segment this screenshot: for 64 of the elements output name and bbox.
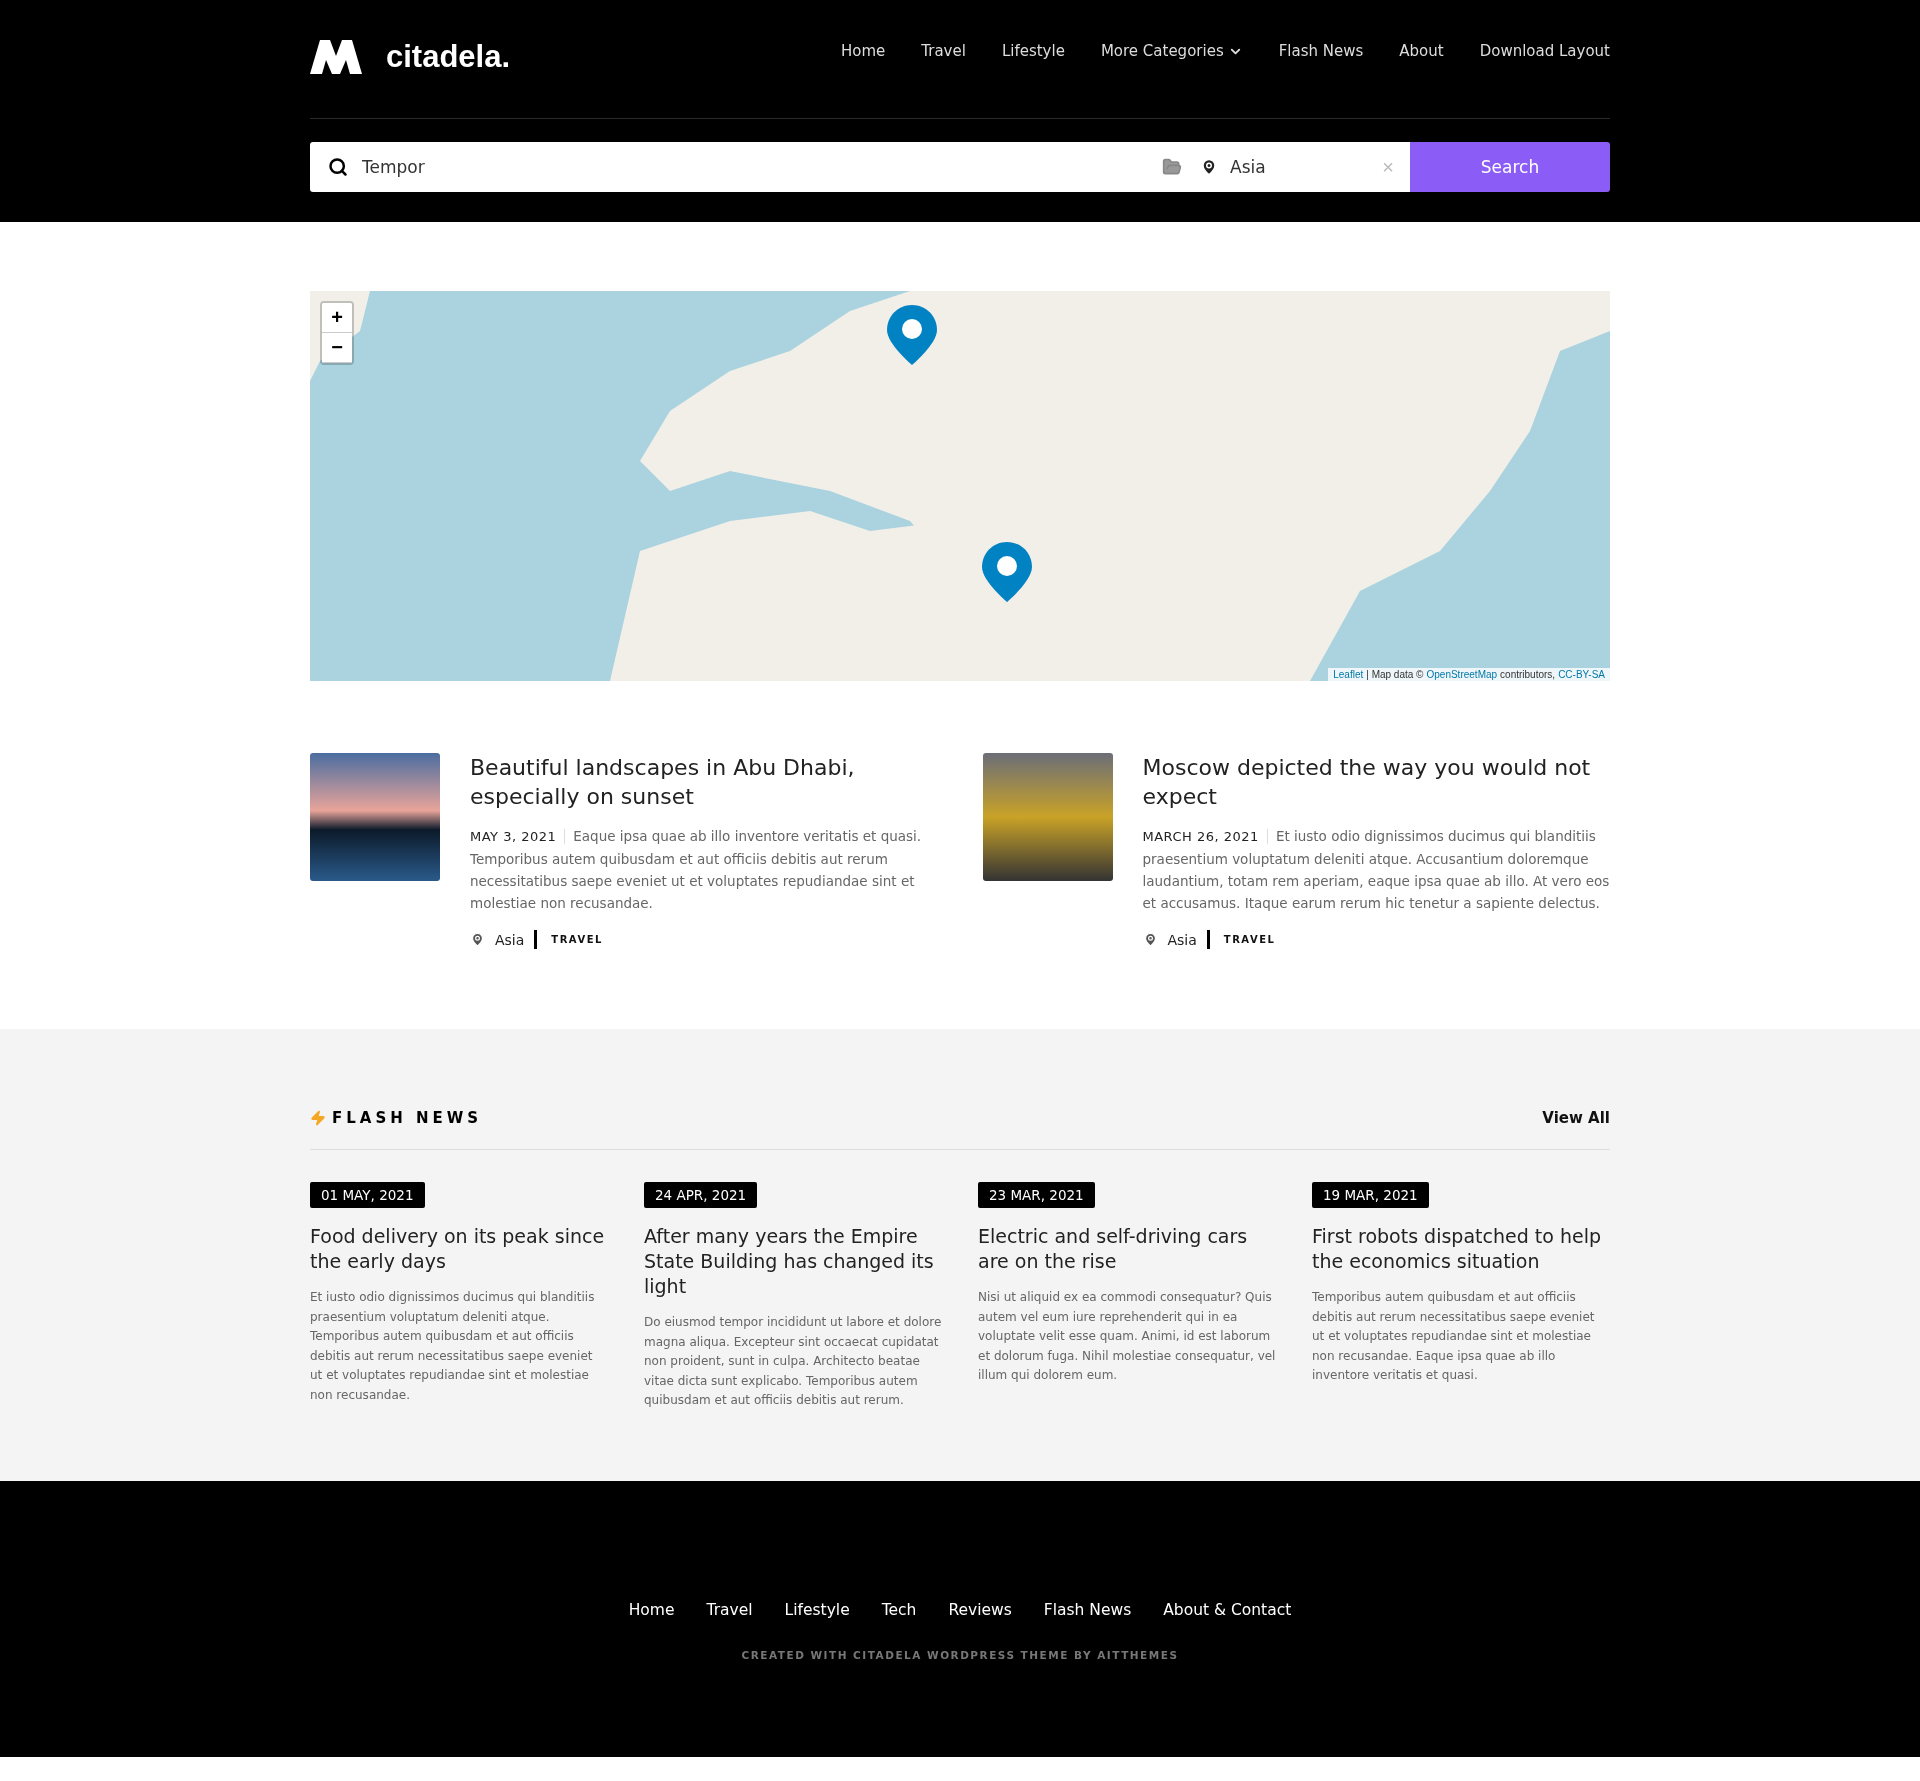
view-all-link[interactable]: View All [1542,1109,1610,1127]
openstreetmap-link[interactable]: OpenStreetMap [1426,669,1498,680]
news-title[interactable]: First robots dispatched to help the economics situation [1312,1224,1610,1274]
nav-link[interactable]: Home [841,42,886,60]
nav-link[interactable]: Download Layout [1479,42,1610,60]
lightning-icon [310,1110,326,1126]
nav-link[interactable]: More Categories [1100,42,1243,60]
map-marker-icon[interactable] [887,305,937,365]
location-link[interactable]: Asia [495,931,525,948]
leaflet-link[interactable]: Leaflet [1333,669,1364,680]
nav-link[interactable]: Travel [921,42,966,60]
footer-link[interactable]: Home [628,1600,675,1619]
article-title[interactable]: Beautiful landscapes in Abu Dhabi, especially on sunset [470,753,938,811]
footer-link[interactable]: Lifestyle [784,1600,850,1619]
date-badge: 01 MAY, 2021 [310,1182,425,1208]
news-excerpt: Et iusto odio dignissimos ducimus qui blanditiis praesentium voluptatum deleniti atque. Temporibus autem quibusdam et aut officiis debitis aut rerum necessitatibus saepe eveniet ut et voluptates repudiandae sint et molestiae non recusandae. [310,1289,596,1404]
date-badge: 23 MAR, 2021 [978,1182,1095,1208]
footer-link[interactable]: Travel [706,1600,753,1619]
keyword-input[interactable]: Tempor [360,156,1150,178]
location-field[interactable]: Asia × [1200,142,1410,192]
location-pin-icon [1200,158,1218,176]
photo-placeholder[interactable] [310,753,440,881]
attribution-text: | Map data © [1366,669,1424,680]
location-pin-icon [1142,932,1158,947]
location-link[interactable]: Asia [1167,931,1197,948]
nav-link[interactable]: About [1399,42,1444,60]
map[interactable]: + − Leaflet | Map data © OpenStreetMap contributors, CC-BY-SA [310,291,1610,681]
search-button[interactable]: Search [1410,142,1610,192]
keyword-field[interactable]: Tempor [310,142,1200,192]
date-badge: 19 MAR, 2021 [1312,1182,1429,1208]
section-title: FLASH NEWS [332,1109,483,1127]
logo-icon[interactable] [310,40,362,74]
news-excerpt: Temporibus autem quibusdam et aut officiis debitis aut rerum necessitatibus saepe eveniet ut et voluptates repudiandae sint et molestiae non recusandae. Eaque ipsa quae ab illo inventore veritatis et quasi. [1312,1289,1596,1384]
article-title[interactable]: Moscow depicted the way you would not expect [1142,753,1610,811]
location-pin-icon [470,932,485,947]
search-icon [328,157,348,177]
photo-placeholder[interactable] [982,753,1113,881]
article-date: MARCH 26, 2021 [1142,829,1268,844]
zoom-in-button[interactable]: + [322,303,352,333]
license-link[interactable]: CC-BY-SA [1558,669,1605,680]
article-excerpt: MAY 3, 2021 Eaque ipsa quae ab illo inventore veritatis et quasi. Temporibus autem quibusdam et aut officiis debitis aut rerum necessitatibus saepe eveniet ut et voluptates repudiandae sint et molestiae non recusandae. [470,827,923,913]
news-title[interactable]: Electric and self-driving cars are on the rise [978,1224,1276,1274]
category-link[interactable]: TRAVEL [534,930,603,949]
zoom-out-button[interactable]: − [322,333,352,363]
footer-link[interactable]: Flash News [1043,1600,1132,1619]
date-badge: 24 APR, 2021 [644,1182,758,1208]
article-excerpt: MARCH 26, 2021 Et iusto odio dignissimos ducimus qui blanditiis praesentium voluptatum deleniti atque. Accusantium doloremque laudantium, totam rem aperiam, eaque ipsa quae ab illo. At vero eos et accusamus. Itaque earum rerum hic tenetur a sapiente delectus. [1142,827,1610,913]
news-title[interactable]: After many years the Empire State Building has changed its light [644,1224,942,1299]
attribution-text: contributors, [1500,669,1556,680]
news-excerpt: Do eiusmod tempor incididunt ut labore et dolore magna aliqua. Excepteur sint occaecat cupidatat non proident, sunt in culpa. Architecto beatae vitae dicta sunt explicabo. Temporibus autem quibusdam et aut officiis debitis aut rerum. [644,1314,942,1409]
footer-link[interactable]: Reviews [948,1600,1012,1619]
footer-link[interactable]: About & Contact [1163,1600,1292,1619]
location-input[interactable]: Asia [1228,156,1373,178]
nav-link[interactable]: Flash News [1278,42,1364,60]
map-marker-icon[interactable] [982,542,1032,602]
footer-credit: CREATED WITH CITADELA WORDPRESS THEME BY AITTHEMES [741,1648,1179,1661]
folder-icon[interactable] [1162,157,1182,177]
article-date: MAY 3, 2021 [470,829,566,844]
news-title[interactable]: Food delivery on its peak since the early days [310,1224,608,1274]
nav-link[interactable]: Lifestyle [1001,42,1065,60]
site-logo[interactable]: citadela. [386,39,511,75]
news-excerpt: Nisi ut aliquid ex ea commodi consequatur? Quis autem vel eum iure reprehenderit qui in ea voluptate velit esse quam. Animi, id est laborum et dolorum fuga. Nihil molestiae consequatur, vel illum qui dolorem eum. [978,1289,1276,1384]
footer-link[interactable]: Tech [881,1600,917,1619]
category-link[interactable]: TRAVEL [1206,930,1276,949]
